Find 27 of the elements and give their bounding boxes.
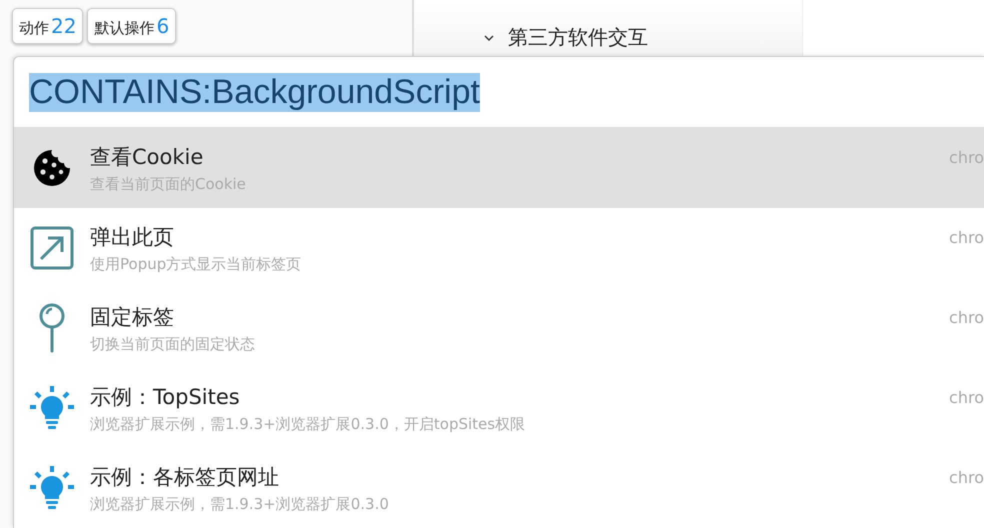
chevron-down-icon[interactable] bbox=[484, 34, 494, 40]
lightbulb-icon bbox=[29, 465, 75, 511]
result-item[interactable]: 固定标签 切换当前页面的固定状态 chro bbox=[14, 288, 984, 368]
result-description: 切换当前页面的固定状态 bbox=[90, 334, 255, 354]
result-source: chro bbox=[949, 228, 984, 247]
result-description: 浏览器扩展示例，需1.9.3+浏览器扩展0.3.0，开启topSites权限 bbox=[90, 414, 526, 434]
result-item[interactable]: 弹出此页 使用Popup方式显示当前标签页 chro bbox=[14, 208, 984, 288]
result-item[interactable]: 示例：TopSites 浏览器扩展示例，需1.9.3+浏览器扩展0.3.0，开启topSites权限 chro bbox=[14, 368, 984, 448]
result-source: chro bbox=[949, 468, 984, 487]
result-title: 示例：TopSites bbox=[90, 384, 241, 410]
pin-icon bbox=[37, 303, 67, 353]
result-title: 查看Cookie bbox=[90, 144, 204, 170]
search-field[interactable]: CONTAINS:BackgroundScript bbox=[14, 57, 984, 128]
cookie-icon bbox=[32, 148, 72, 188]
result-description: 使用Popup方式显示当前标签页 bbox=[90, 254, 302, 274]
tab-count-button[interactable]: 默认操作 6 bbox=[87, 8, 176, 44]
tree-item[interactable]: 第三方软件交互 bbox=[508, 24, 648, 51]
lightbulb-icon bbox=[29, 385, 75, 431]
result-description: 浏览器扩展示例，需1.9.3+浏览器扩展0.3.0 bbox=[90, 494, 389, 514]
result-source: chro bbox=[949, 308, 984, 327]
result-title: 固定标签 bbox=[90, 304, 175, 330]
external-link-icon bbox=[30, 226, 74, 270]
result-title: 弹出此页 bbox=[90, 224, 175, 250]
result-title: 示例：各标签页网址 bbox=[90, 464, 280, 490]
tab-count-button[interactable]: 动作 22 bbox=[12, 8, 84, 44]
result-source: chro bbox=[949, 388, 984, 407]
result-item[interactable]: 示例：各标签页网址 浏览器扩展示例，需1.9.3+浏览器扩展0.3.0 chro bbox=[14, 448, 984, 528]
